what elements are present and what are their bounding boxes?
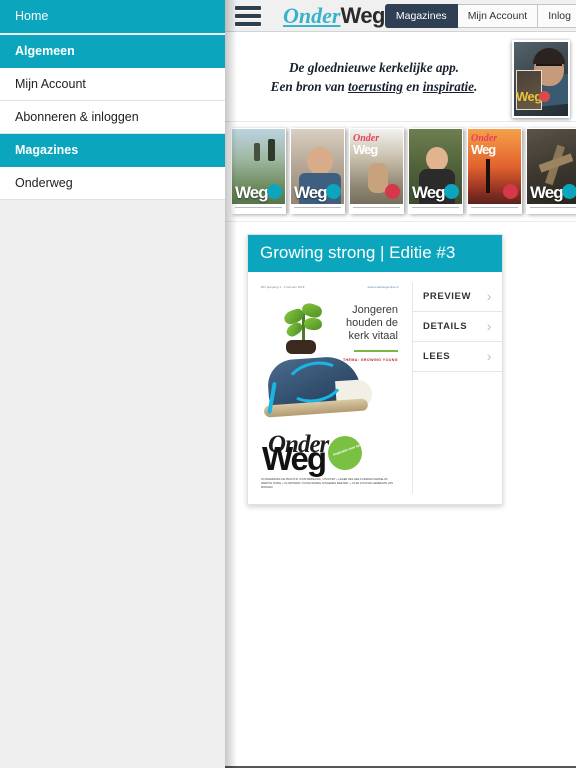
sidebar-item-mijn-account[interactable]: Mijn Account <box>0 68 225 101</box>
magazine-card-body: #03 jaargang 4 - 3 februari 2018 www.ond… <box>248 272 502 504</box>
plant-leaf <box>303 316 323 331</box>
cover-footer-strip <box>468 204 521 213</box>
cover-word: Weg <box>530 183 564 202</box>
promo-banner-photo: Weg <box>512 40 570 118</box>
promo-line-2-after: . <box>474 79 478 94</box>
sidebar-item-onderweg[interactable]: Onderweg <box>0 167 225 200</box>
sidebar-item-label: Abonneren & inloggen <box>15 110 139 124</box>
sidebar-item-label: Onderweg <box>15 176 73 190</box>
magazine-cover-6[interactable]: Weg <box>526 128 576 214</box>
photo-magazine-word: Weg <box>516 89 542 104</box>
action-label: LEES <box>423 350 451 362</box>
tab-bar: Magazines Mijn Account Inlog <box>384 4 576 28</box>
promo-banner-text: De gloednieuwe kerkelijke app. Een bron … <box>239 58 509 96</box>
sidebar-item-label: Home <box>15 9 49 23</box>
magazine-card-actions: PREVIEW › DETAILS › LEES › <box>412 281 502 494</box>
magazine-cover-5[interactable]: Onder Weg <box>467 128 522 214</box>
cover-badge <box>385 184 400 199</box>
cover-logo-weg: Weg <box>471 142 496 157</box>
cover-logo: Onder Weg <box>262 433 329 477</box>
cover-logo-weg: Weg <box>353 142 378 157</box>
hamburger-icon[interactable] <box>235 5 261 26</box>
cover-footer-strip <box>232 204 285 213</box>
tab-label: Mijn Account <box>467 10 528 22</box>
top-bar: OnderWeg Magazines Mijn Account Inlog <box>225 0 576 32</box>
cover-badge <box>444 184 459 199</box>
cover-footer-strip <box>409 204 462 213</box>
cover-green-badge: Inspiratie voor onderweg <box>328 435 372 470</box>
promo-line-2-before: Een bron van <box>270 79 348 94</box>
promo-banner: De gloednieuwe kerkelijke app. Een bron … <box>225 32 576 122</box>
promo-line-2: Een bron van toerusting en inspiratie. <box>239 77 509 96</box>
tab-magazines[interactable]: Magazines <box>384 4 458 28</box>
cover-badge <box>503 184 518 199</box>
chevron-right-icon: › <box>486 318 492 335</box>
promo-line-2-mid: en <box>402 79 423 94</box>
action-lees[interactable]: LEES › <box>413 342 502 372</box>
action-label: PREVIEW <box>423 290 472 302</box>
sidebar-item-label: Mijn Account <box>15 77 86 91</box>
cover-website-url: www.onderwegonline.nl <box>367 285 399 289</box>
promo-link-inspiratie[interactable]: inspiratie <box>423 79 474 94</box>
photo-badge-dot <box>539 91 550 102</box>
promo-line-1: De gloednieuwe kerkelijke app. <box>289 60 459 75</box>
sidebar-item-magazines[interactable]: Magazines <box>0 134 225 167</box>
sidebar: Home Algemeen Mijn Account Abonneren & i… <box>0 0 225 768</box>
cover-footer-text: IN ONDERZOEK DE PRAKTIJK VOOR BEZIELING,… <box>261 478 394 489</box>
cover-footer-strip <box>527 204 576 213</box>
magazine-cover-4[interactable]: Weg <box>408 128 463 214</box>
cover-topline: #03 jaargang 4 - 3 februari 2018 www.ond… <box>261 286 399 289</box>
sidebar-item-algemeen[interactable]: Algemeen <box>0 35 225 68</box>
sidebar-item-abonneren[interactable]: Abonneren & inloggen <box>0 101 225 134</box>
magazine-cover-2[interactable]: Weg <box>290 128 345 214</box>
shoe-illustration <box>262 340 374 432</box>
cover-badge <box>562 184 576 199</box>
cover-footer-strip <box>350 204 403 213</box>
cover-issue-info: #03 jaargang 4 - 3 februari 2018 <box>261 285 305 289</box>
action-preview[interactable]: PREVIEW › <box>413 282 502 312</box>
action-label: DETAILS <box>423 320 468 332</box>
app-root: Home Algemeen Mijn Account Abonneren & i… <box>0 0 576 768</box>
tab-mijn-account[interactable]: Mijn Account <box>457 4 539 28</box>
magazine-cover-1[interactable]: Weg <box>231 128 286 214</box>
chevron-right-icon: › <box>486 348 492 365</box>
cover-headline: Jongeren houden de kerk vitaal <box>346 303 398 342</box>
logo-part-weg: Weg <box>340 2 385 28</box>
magazine-shelf[interactable]: Weg Weg Onder Weg Weg Onder Weg Weg <box>225 122 576 222</box>
cover-badge <box>326 184 341 199</box>
chevron-right-icon: › <box>486 288 492 305</box>
magazine-card: Growing strong | Editie #3 #03 jaargang … <box>247 234 503 505</box>
tab-label: Magazines <box>395 10 447 22</box>
tab-inloggen[interactable]: Inlog <box>538 4 576 28</box>
photo-hair <box>533 48 565 64</box>
cover-logo-weg: Weg <box>262 439 327 477</box>
content-panel: OnderWeg Magazines Mijn Account Inlog De… <box>225 0 576 768</box>
action-details[interactable]: DETAILS › <box>413 312 502 342</box>
app-logo: OnderWeg <box>283 2 385 28</box>
cover-badge <box>267 184 282 199</box>
magazine-card-title: Growing strong | Editie #3 <box>248 235 502 272</box>
cover-footer-strip <box>291 204 344 213</box>
magazine-shelf-track: Weg Weg Onder Weg Weg Onder Weg Weg <box>231 128 576 214</box>
cover-word: Weg <box>412 183 446 202</box>
magazine-cover-3[interactable]: Onder Weg <box>349 128 404 214</box>
tab-label: Inlog <box>548 10 571 22</box>
promo-link-toerusting[interactable]: toerusting <box>348 79 403 94</box>
sidebar-item-label: Magazines <box>15 143 79 157</box>
sidebar-item-home[interactable]: Home <box>0 0 225 33</box>
logo-part-onder: Onder <box>283 2 341 28</box>
sidebar-item-label: Algemeen <box>15 44 75 58</box>
magazine-card-cover[interactable]: #03 jaargang 4 - 3 februari 2018 www.ond… <box>256 281 404 494</box>
cover-word: Weg <box>235 183 269 202</box>
cover-word: Weg <box>294 183 328 202</box>
cover-green-badge-text: Inspiratie voor onderweg <box>332 438 372 457</box>
